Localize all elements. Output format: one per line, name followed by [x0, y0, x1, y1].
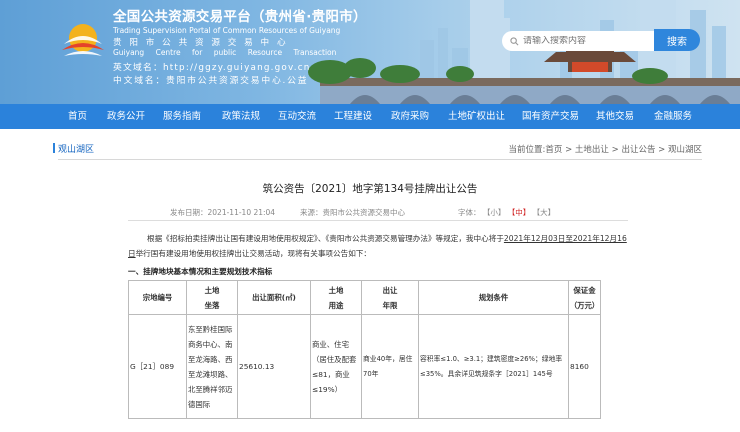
section-heading: 一、挂牌地块基本情况和主要规划技术指标 — [128, 267, 273, 276]
nav-item-interaction[interactable]: 互动交流 — [278, 104, 316, 129]
font-size-controls: 字体： 【小】 【中】 【大】 — [458, 207, 555, 218]
breadcrumb[interactable]: 当前位置:首页 > 土地出让 > 出让公告 > 观山湖区 — [509, 143, 702, 155]
nav-item-land-mining[interactable]: 土地矿权出让 — [448, 104, 505, 129]
english-domain: 英文域名：http://ggzy.guiyang.gov.cn — [113, 63, 311, 73]
cell-location: 东至黔桂国际 商务中心、南 至龙海路、西 至龙滩坝路、 北至腾祥邻迈 德国际 — [186, 314, 238, 419]
search-box — [502, 31, 654, 51]
nav-item-gov-procurement[interactable]: 政府采购 — [391, 104, 429, 129]
font-medium-button[interactable]: 【中】 — [508, 208, 531, 217]
nav-item-other-trading[interactable]: 其他交易 — [596, 104, 634, 129]
header-banner: 全国公共资源交易平台（贵州省·贵阳市） Trading Supervision … — [0, 0, 740, 104]
section-label[interactable]: 观山湖区 — [52, 142, 94, 155]
search-icon — [510, 36, 519, 45]
city-skyline-illustration — [308, 0, 740, 104]
main-nav: 首页 政务公开 服务指南 政策法规 互动交流 工程建设 政府采购 土地矿权出让 … — [0, 104, 740, 129]
article-source: 来源：贵阳市公共资源交易中心 — [300, 208, 405, 217]
brand-block: 全国公共资源交易平台（贵州省·贵阳市） Trading Supervision … — [113, 5, 367, 86]
nav-item-state-assets[interactable]: 国有资产交易 — [522, 104, 579, 129]
nav-item-financial[interactable]: 金融服务 — [654, 104, 692, 129]
nav-item-policies[interactable]: 政策法规 — [222, 104, 260, 129]
nav-item-home[interactable]: 首页 — [68, 104, 87, 129]
cell-conditions: 容积率≤1.0、≥3.1；建筑密度≥26%；绿地率 ≤35%。具余详见筑规条字［… — [418, 314, 569, 419]
font-size-label: 字体： — [458, 208, 481, 217]
cell-use: 商业、住宅 （居住及配套 ≤81，商业 ≤19%） — [310, 314, 362, 419]
header-term: 出让 年限 — [361, 280, 419, 315]
cell-code: G［21］089 — [128, 314, 187, 419]
cell-area: 25610.13 — [237, 314, 311, 419]
header-deposit: 保证金 （万元） — [568, 280, 601, 315]
header-area: 出让面积(㎡) — [237, 280, 311, 315]
font-large-button[interactable]: 【大】 — [533, 208, 556, 217]
breadcrumb-bar: 观山湖区 当前位置:首页 > 土地出让 > 出让公告 > 观山湖区 — [52, 140, 702, 160]
article-paragraph-1: 根据《招标拍卖挂牌出让国有建设用地使用权规定》、《贵阳市公共资源交易管理办法》等… — [147, 234, 627, 243]
chinese-domain: 中文域名：贵阳市公共资源交易中心.公益 — [113, 76, 309, 86]
nav-item-gov-affairs[interactable]: 政务公开 — [107, 104, 145, 129]
cell-term: 商业40年，居住70年 — [361, 314, 419, 419]
center-name-cn: 贵阳市公共资源交易中心 — [113, 38, 294, 48]
land-parcel-table: 宗地编号 土地 坐落 出让面积(㎡) 土地 用途 出让 年限 规划条件 保证金 … — [128, 280, 601, 419]
meta-divider — [128, 220, 628, 221]
article-title: 筑公资告〔2021〕地字第134号挂牌出让公告 — [262, 183, 478, 195]
font-small-button[interactable]: 【小】 — [483, 208, 506, 217]
cell-deposit: 8160 — [568, 314, 601, 419]
search-input[interactable] — [523, 36, 653, 46]
header-location: 土地 坐落 — [186, 280, 238, 315]
platform-logo-icon — [62, 24, 104, 56]
header-code: 宗地编号 — [128, 280, 187, 315]
article-paragraph-2: 日举行国有建设用地使用权挂牌出让交易活动，现将有关事项公告如下： — [128, 249, 371, 258]
site-subtitle-en: Trading Supervision Portal of Common Res… — [113, 26, 341, 35]
publish-time: 发布日期：2021-11-10 21:04 — [170, 208, 276, 217]
header-use: 土地 用途 — [310, 280, 362, 315]
table-row: G［21］089 东至黔桂国际 商务中心、南 至龙海路、西 至龙滩坝路、 北至腾… — [128, 314, 601, 419]
search-button[interactable]: 搜索 — [654, 29, 700, 51]
center-name-en: Guiyang Centre for public Resource Trans… — [113, 48, 337, 57]
site-title: 全国公共资源交易平台（贵州省·贵阳市） — [113, 9, 367, 25]
header-conditions: 规划条件 — [418, 280, 569, 315]
nav-item-construction[interactable]: 工程建设 — [334, 104, 372, 129]
table-header-row: 宗地编号 土地 坐落 出让面积(㎡) 土地 用途 出让 年限 规划条件 保证金 … — [128, 280, 601, 315]
nav-item-service-guide[interactable]: 服务指南 — [163, 104, 201, 129]
auction-date-range: 2021年12月03日至2021年12月16 — [503, 234, 627, 243]
